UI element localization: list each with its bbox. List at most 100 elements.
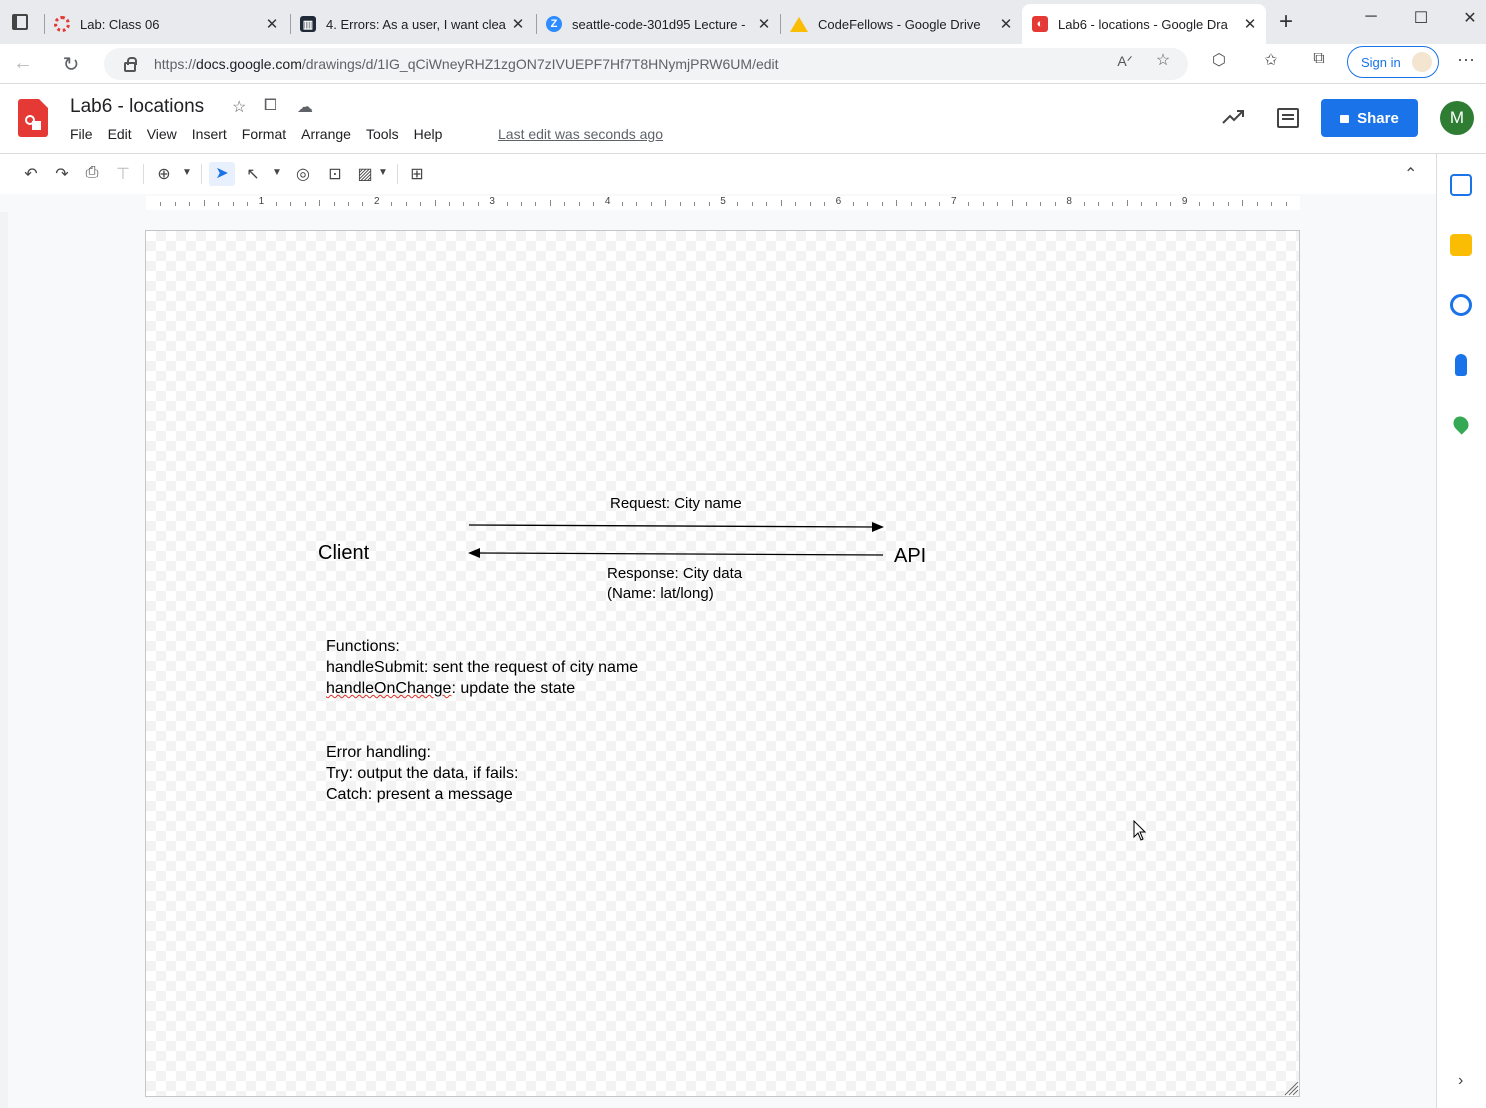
close-icon[interactable]: ✕ [754,15,774,33]
browser-tab-errors[interactable]: ▥ 4. Errors: As a user, I want clea ✕ [290,4,534,44]
maps-icon[interactable] [1450,413,1472,435]
browser-tab-drawings[interactable]: ◐ Lab6 - locations - Google Dra ✕ [1022,4,1266,44]
activity-trend-icon[interactable] [1221,108,1245,126]
document-title[interactable]: Lab6 - locations [70,96,204,118]
canvas-resize-handle[interactable] [1281,1078,1299,1096]
drawing-toolbar: ↶ ↷ ⎙ ⊤ ⊕ ▼ ➤ ↖ ▼ ◎ ⊡ ▨ ▼ ⊞ ⌃ [0,154,1436,194]
functions-text[interactable]: Functions: handleSubmit: sent the reques… [326,636,638,699]
text-box-icon[interactable]: ⊡ [324,164,346,184]
move-folder-icon[interactable]: ⧠ [264,97,277,115]
ruler-tick [434,200,436,206]
ruler-tick [939,202,941,206]
drawings-logo-icon[interactable] [18,99,48,137]
close-icon[interactable]: ✕ [1240,15,1260,33]
menu-tools[interactable]: Tools [366,126,399,142]
close-icon[interactable]: ✕ [262,15,282,33]
add-comment-icon[interactable]: ⊞ [406,164,428,184]
mouse-pointer-icon [1133,820,1147,841]
app-header: Lab6 - locations ☆ ⧠ ☁ File Edit View In… [0,84,1486,154]
client-label[interactable]: Client [318,542,369,565]
contacts-icon[interactable] [1455,354,1467,376]
menu-insert[interactable]: Insert [192,126,227,142]
menu-view[interactable]: View [147,126,177,142]
ruler-tick [1170,202,1172,206]
ruler-tick [1213,202,1215,206]
image-dropdown-icon[interactable]: ▼ [372,167,394,178]
zoom-icon[interactable]: ⊕ [153,164,175,184]
ring-icon [54,16,70,32]
cloud-saved-icon[interactable]: ☁ [297,97,313,117]
menu-arrange[interactable]: Arrange [301,126,351,142]
menu-help[interactable]: Help [414,126,443,142]
side-panel: › [1436,154,1486,1108]
ruler-tick [362,202,364,206]
request-label[interactable]: Request: City name [610,495,742,512]
horizontal-ruler: 1 2 3 4 5 6 7 8 9 [146,196,1300,210]
comment-history-icon[interactable] [1277,108,1299,128]
add-favorite-icon[interactable]: ☆ [1151,50,1175,70]
chevron-right-icon[interactable]: › [1458,1072,1463,1090]
menu-format[interactable]: Format [242,126,286,142]
line-tool-icon[interactable]: ↖ [242,164,264,184]
sign-in-button[interactable]: Sign in [1347,46,1439,78]
keep-icon[interactable] [1450,234,1472,256]
ruler-tick [232,202,234,206]
ruler-tick [448,202,450,206]
zoom-dropdown-icon[interactable]: ▼ [176,167,198,178]
line-dropdown-icon[interactable]: ▼ [266,167,288,178]
read-aloud-icon[interactable]: Aᐟ [1113,53,1137,70]
tab-actions-icon[interactable] [12,14,28,30]
select-cursor-icon[interactable]: ➤ [209,162,235,186]
maximize-button[interactable]: ☐ [1411,8,1431,28]
shape-tool-icon[interactable]: ◎ [292,164,314,184]
close-window-button[interactable]: ✕ [1460,8,1480,28]
undo-icon[interactable]: ↶ [20,164,42,184]
ruler-tick [203,200,205,206]
browser-tab-drive[interactable]: CodeFellows - Google Drive ✕ [780,4,1022,44]
drawing-canvas[interactable]: Client API Request: City name Response: … [145,230,1300,1097]
browser-tab-lab-class[interactable]: Lab: Class 06 ✕ [44,4,288,44]
ruler-tick [319,200,321,206]
last-edit-link[interactable]: Last edit was seconds ago [498,126,663,142]
paint-format-icon[interactable]: ⊤ [112,164,134,184]
star-icon[interactable]: ☆ [232,97,246,117]
menu-edit[interactable]: Edit [108,126,132,142]
menu-file[interactable]: File [70,126,93,142]
close-icon[interactable]: ✕ [996,15,1016,33]
browser-tab-zoom[interactable]: Z seattle-code-301d95 Lecture - ✕ [536,4,780,44]
tasks-icon[interactable] [1450,294,1472,316]
ruler-tick [896,200,898,206]
lock-icon [124,57,137,72]
more-menu-icon[interactable]: ⋯ [1454,50,1478,71]
extensions-icon[interactable]: ⬡ [1207,50,1231,70]
favorites-icon[interactable]: ✩ [1259,50,1283,70]
url-field[interactable]: https://docs.google.com/drawings/d/1IG_q… [104,48,1188,80]
lock-icon [1340,115,1350,123]
spellcheck-underline: handleOnChange [326,680,452,697]
share-button[interactable]: Share [1321,99,1418,137]
new-tab-button[interactable]: + [1274,8,1298,36]
collections-icon[interactable]: ⧉ [1307,50,1331,68]
api-label[interactable]: API [894,545,926,568]
ruler-number: 4 [604,196,611,207]
ruler-tick [1098,202,1100,206]
back-arrow-icon[interactable]: ← [11,52,35,75]
response-arrow[interactable] [475,552,884,556]
calendar-icon[interactable] [1450,174,1472,196]
reload-icon[interactable]: ↻ [59,52,83,77]
response-label[interactable]: Response: City data (Name: lat/long) [607,564,742,604]
ruler-tick [622,202,624,206]
ruler-tick [1155,202,1157,206]
ruler-number: 2 [374,196,380,207]
ruler-tick [218,202,220,206]
address-bar-row: ← ↻ https://docs.google.com/drawings/d/1… [0,44,1486,84]
redo-icon[interactable]: ↷ [51,164,73,184]
functions-line-1: handleSubmit: sent the request of city n… [326,659,639,676]
chevron-up-icon[interactable]: ⌃ [1404,164,1417,184]
close-icon[interactable]: ✕ [508,15,528,33]
avatar[interactable]: M [1440,101,1474,135]
print-icon[interactable]: ⎙ [81,164,103,182]
error-handling-text[interactable]: Error handling: Try: output the data, if… [326,742,518,805]
request-arrow[interactable] [468,524,877,528]
minimize-button[interactable]: ─ [1361,8,1381,26]
